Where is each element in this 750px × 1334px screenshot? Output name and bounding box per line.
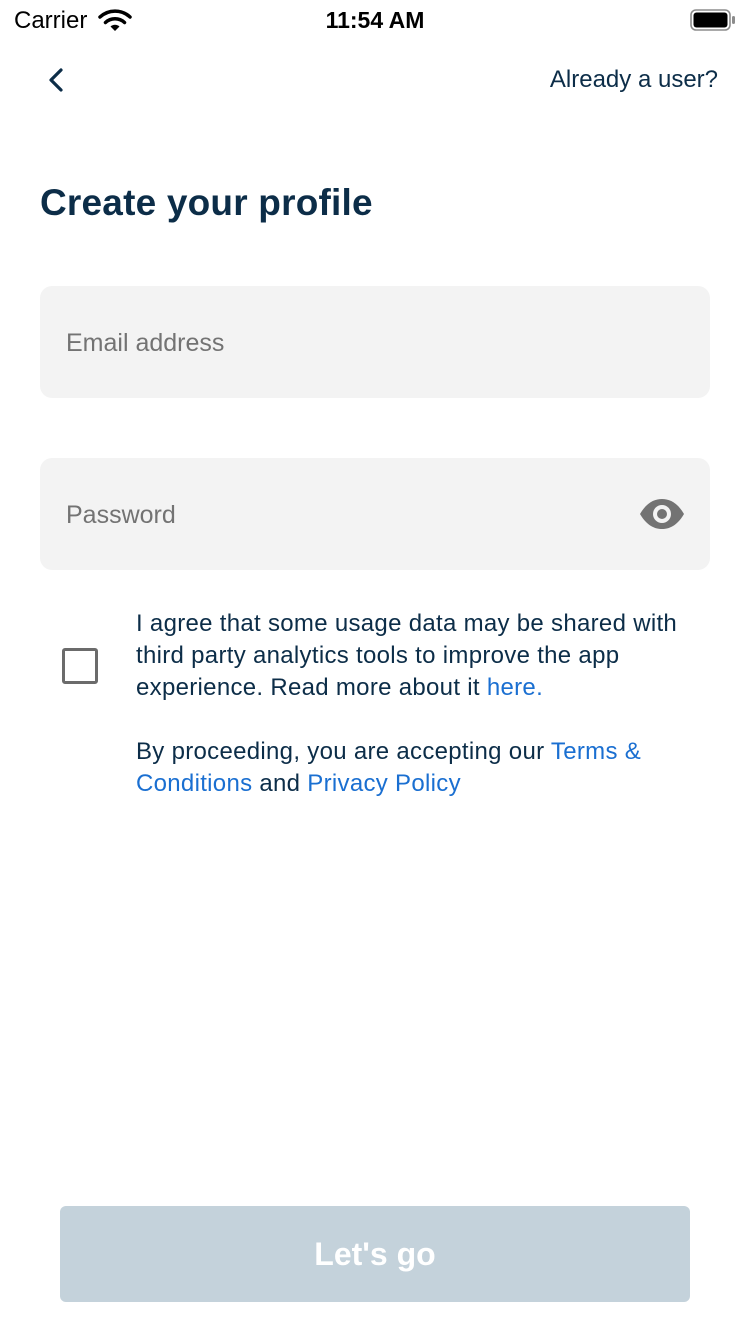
page-title: Create your profile [40, 182, 373, 223]
eye-icon[interactable] [638, 496, 686, 532]
battery-icon [690, 9, 735, 31]
terms-text: By proceeding, you are accepting our Ter… [136, 736, 716, 800]
terms-conjunction: and [252, 770, 308, 797]
status-bar: Carrier 11:54 AM [0, 0, 750, 40]
consent-text: I agree that some usage data may be shar… [136, 608, 716, 704]
status-time: 11:54 AM [325, 7, 425, 33]
password-field-container [40, 458, 710, 572]
consent-checkbox[interactable] [62, 648, 98, 684]
password-field[interactable] [64, 458, 628, 572]
back-button[interactable] [40, 62, 76, 98]
consent-read-more-link[interactable]: here. [487, 674, 543, 701]
email-field[interactable] [64, 286, 628, 400]
consent-body: I agree that some usage data may be shar… [136, 610, 678, 701]
terms-prefix: By proceeding, you are accepting our [136, 738, 551, 765]
email-field-container [40, 286, 710, 400]
privacy-policy-link[interactable]: Privacy Policy [307, 770, 461, 797]
chevron-left-icon [40, 68, 76, 102]
lets-go-button[interactable]: Let's go [60, 1206, 690, 1302]
already-user-link[interactable]: Already a user? [550, 66, 718, 94]
